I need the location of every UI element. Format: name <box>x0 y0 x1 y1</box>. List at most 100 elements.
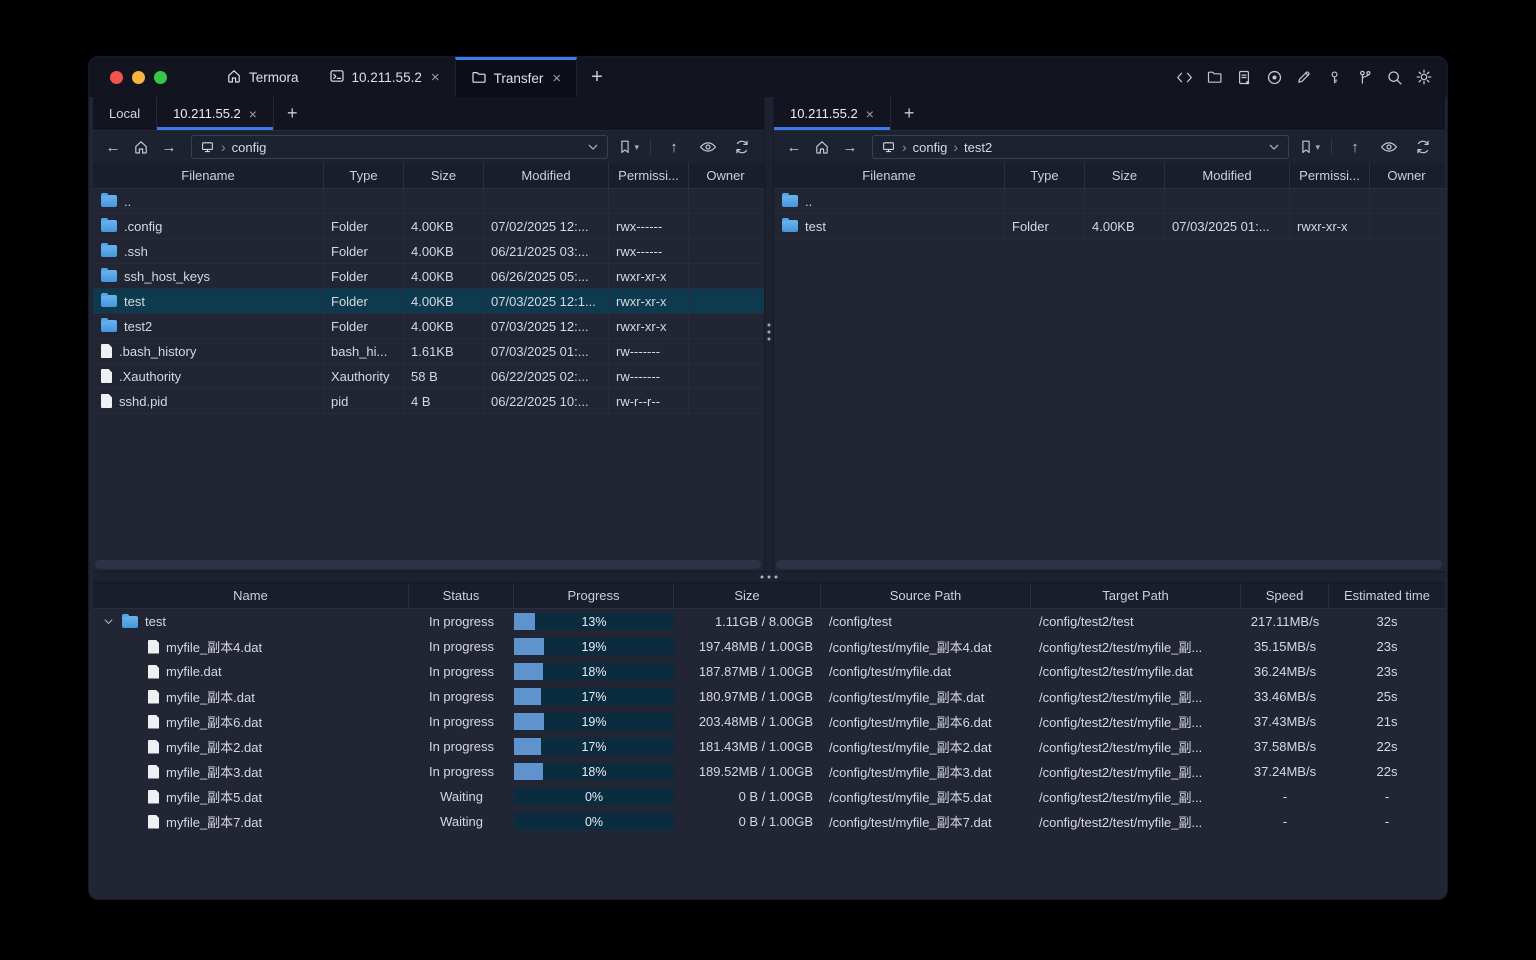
forward-icon[interactable]: → <box>838 135 862 159</box>
file-cell: test <box>774 214 1005 238</box>
keychain-icon[interactable] <box>1355 68 1373 86</box>
close-tab-icon[interactable]: × <box>431 69 440 86</box>
column-header[interactable]: Filename <box>93 163 324 188</box>
home-icon[interactable] <box>129 135 153 159</box>
home-icon[interactable] <box>810 135 834 159</box>
file-row[interactable]: .config Folder 4.00KB 07/02/2025 12:... rwx-… <box>93 214 764 239</box>
record-icon[interactable] <box>1265 68 1283 86</box>
tab-local[interactable]: Local <box>93 97 158 130</box>
back-icon[interactable]: ← <box>101 135 125 159</box>
transfer-row[interactable]: myfile_副本4.dat In progress 19% 197.48MB / 1… <box>93 634 1445 659</box>
column-header[interactable]: Size <box>404 163 484 188</box>
upload-icon[interactable]: ↑ <box>1343 135 1367 159</box>
new-window-tab-button[interactable]: + <box>577 57 617 97</box>
transfer-row[interactable]: myfile.dat In progress 18% 187.87MB / 1.00G… <box>93 659 1445 684</box>
horizontal-scrollbar[interactable] <box>95 560 761 569</box>
transfer-row[interactable]: myfile_副本6.dat In progress 19% 203.48MB / 1… <box>93 709 1445 734</box>
transfer-row[interactable]: myfile_副本2.dat In progress 17% 181.43MB / 1… <box>93 734 1445 759</box>
vertical-splitter[interactable] <box>764 97 774 571</box>
transfer-row[interactable]: myfile_副本7.dat Waiting 0% 0 B / 1.00GB/conf… <box>93 809 1445 834</box>
column-header[interactable]: Permissi... <box>1290 163 1370 188</box>
column-header[interactable]: Name <box>93 583 409 608</box>
filename-label: test <box>124 293 145 309</box>
edit-icon[interactable] <box>1295 68 1313 86</box>
chevron-down-icon[interactable] <box>587 140 599 155</box>
file-row[interactable]: .bash_history bash_hi... 1.61KB 07/03/2025 … <box>93 339 764 364</box>
column-header[interactable]: Modified <box>484 163 609 188</box>
file-row[interactable]: sshd.pid pid 4 B 06/22/2025 10:... rw-r--r-- <box>93 389 764 414</box>
upload-icon[interactable]: ↑ <box>662 135 686 159</box>
back-icon[interactable]: ← <box>782 135 806 159</box>
column-header[interactable]: Type <box>324 163 404 188</box>
minimize-window-button[interactable] <box>132 70 145 84</box>
tab-remote-10-211-55-2[interactable]: 10.211.55.2 × <box>774 97 891 130</box>
close-tab-icon[interactable]: × <box>866 106 874 122</box>
settings-icon[interactable] <box>1415 68 1433 86</box>
horizontal-scrollbar[interactable] <box>776 560 1442 569</box>
path-breadcrumb[interactable]: › config <box>191 135 609 159</box>
refresh-icon[interactable] <box>730 135 754 159</box>
new-pane-tab-button[interactable]: + <box>274 97 311 130</box>
bookmark-dropdown[interactable]: ▾ <box>618 139 639 155</box>
horizontal-splitter[interactable] <box>93 571 1445 583</box>
column-header[interactable]: Size <box>1085 163 1165 188</box>
column-header[interactable]: Owner <box>689 163 762 188</box>
tab-remote-10-211-55-2[interactable]: 10.211.55.2 × <box>157 97 274 130</box>
column-header[interactable]: Estimated time <box>1329 583 1445 608</box>
column-header[interactable]: Type <box>1005 163 1085 188</box>
search-icon[interactable] <box>1385 68 1403 86</box>
forward-icon[interactable]: → <box>157 135 181 159</box>
breadcrumb-segment[interactable]: test2 <box>964 140 992 155</box>
transfer-row[interactable]: myfile_副本3.dat In progress 18% 189.52MB / 1… <box>93 759 1445 784</box>
show-hidden-eye-icon[interactable] <box>1377 135 1401 159</box>
new-pane-tab-button[interactable]: + <box>891 97 928 130</box>
zoom-window-button[interactable] <box>154 70 167 84</box>
column-header[interactable]: Filename <box>774 163 1005 188</box>
file-cell: rwxr-xr-x <box>609 289 689 313</box>
transfer-row[interactable]: test In progress 13% 1.11GB / 8.00GB/config… <box>93 609 1445 634</box>
file-row[interactable]: test Folder 4.00KB 07/03/2025 12:1... rwxr-x… <box>93 289 764 314</box>
column-header[interactable]: Speed <box>1241 583 1329 608</box>
file-row[interactable]: test2 Folder 4.00KB 07/03/2025 12:... rwxr-x… <box>93 314 764 339</box>
file-panes: Local 10.211.55.2 × + ← → › config ▾ ↑ F… <box>93 97 1445 571</box>
chevron-down-icon[interactable] <box>1268 140 1280 155</box>
tab-termora[interactable]: Termora <box>211 57 314 97</box>
code-icon[interactable] <box>1175 68 1193 86</box>
column-header[interactable]: Modified <box>1165 163 1290 188</box>
file-row[interactable]: ssh_host_keys Folder 4.00KB 06/26/2025 05:.… <box>93 264 764 289</box>
progress-bar-wrap: 19% <box>514 634 674 659</box>
refresh-icon[interactable] <box>1411 135 1435 159</box>
log-icon[interactable] <box>1235 68 1253 86</box>
transfer-eta: 23s <box>1376 639 1398 654</box>
file-row[interactable]: test Folder 4.00KB 07/03/2025 01:... rwxr-xr… <box>774 214 1445 239</box>
column-header[interactable]: Target Path <box>1031 583 1241 608</box>
file-cell: Folder <box>324 264 404 288</box>
column-header[interactable]: Source Path <box>821 583 1031 608</box>
column-header[interactable]: Status <box>409 583 514 608</box>
breadcrumb-segment[interactable]: config <box>913 140 948 155</box>
column-header[interactable]: Size <box>674 583 821 608</box>
path-breadcrumb[interactable]: › config › test2 <box>872 135 1290 159</box>
column-header[interactable]: Owner <box>1370 163 1443 188</box>
bookmark-dropdown[interactable]: ▾ <box>1299 139 1320 155</box>
tab-session-10-211-55-2[interactable]: 10.211.55.2 × <box>314 57 455 97</box>
file-row[interactable]: .Xauthority Xauthority 58 B 06/22/2025 02:.… <box>93 364 764 389</box>
transfer-row[interactable]: myfile_副本.dat In progress 17% 180.97MB / 1.… <box>93 684 1445 709</box>
show-hidden-eye-icon[interactable] <box>696 135 720 159</box>
file-cell: 4.00KB <box>404 289 484 313</box>
folder-icon[interactable] <box>1205 68 1223 86</box>
close-tab-icon[interactable]: × <box>249 106 257 122</box>
column-header[interactable]: Permissi... <box>609 163 689 188</box>
chevron-expanded-icon[interactable] <box>101 617 115 626</box>
transfer-row[interactable]: myfile_副本5.dat Waiting 0% 0 B / 1.00GB/conf… <box>93 784 1445 809</box>
file-row[interactable]: .. <box>774 189 1445 214</box>
column-header[interactable]: Progress <box>514 583 674 608</box>
file-row[interactable]: .ssh Folder 4.00KB 06/21/2025 03:... rwx----… <box>93 239 764 264</box>
breadcrumb-segment[interactable]: config <box>232 140 267 155</box>
tab-transfer[interactable]: Transfer × <box>454 57 578 97</box>
key-icon[interactable] <box>1325 68 1343 86</box>
file-row[interactable]: .. <box>93 189 764 214</box>
close-window-button[interactable] <box>110 70 123 84</box>
file-icon <box>148 814 159 829</box>
close-tab-icon[interactable]: × <box>552 70 561 87</box>
